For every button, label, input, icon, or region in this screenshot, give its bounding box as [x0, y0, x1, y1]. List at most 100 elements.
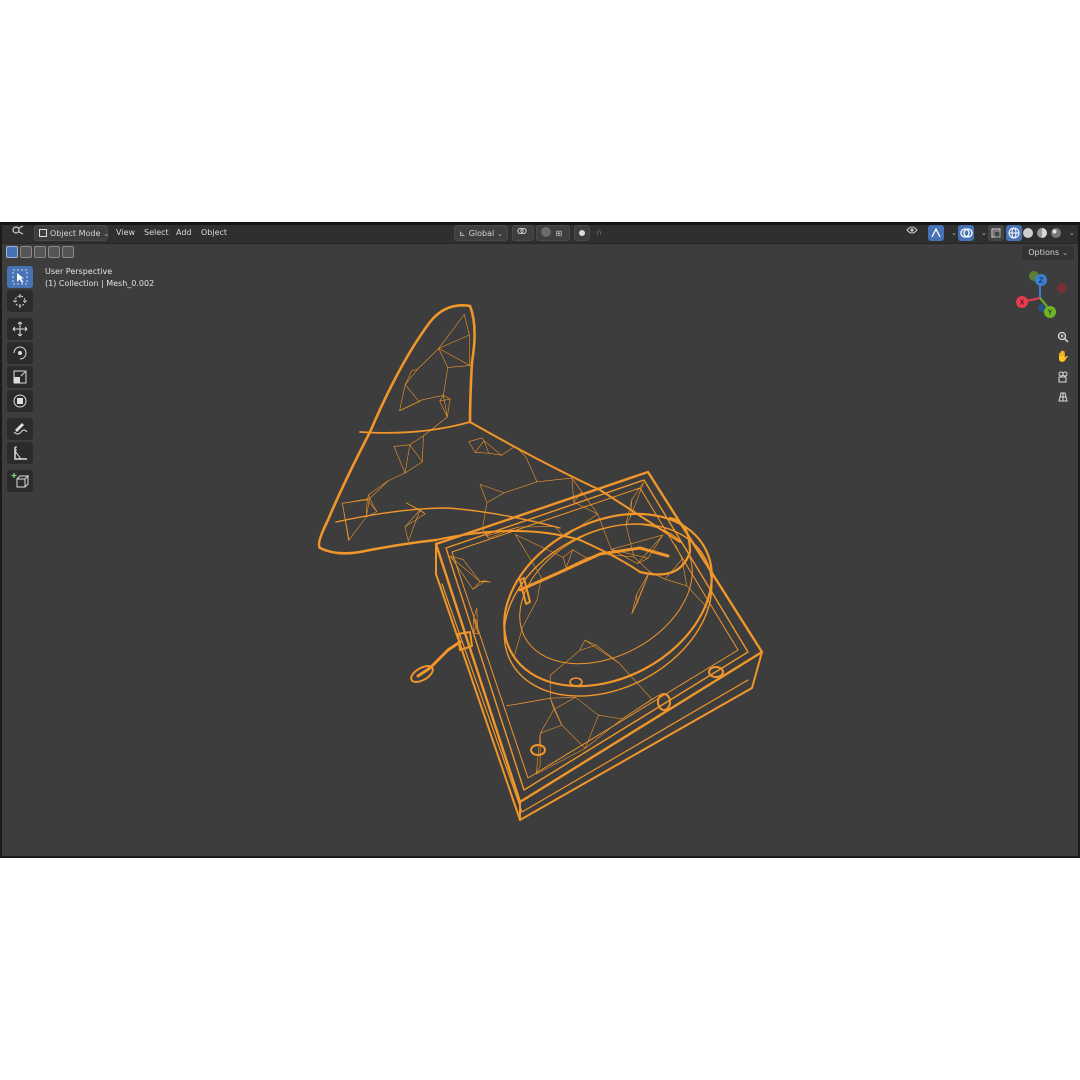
magnifier-plus-icon: [1057, 331, 1069, 343]
pan-button[interactable]: ✋: [1054, 348, 1072, 366]
move-tool[interactable]: [7, 318, 33, 340]
mesh-edge: [393, 444, 411, 447]
mesh-edge: [369, 498, 378, 512]
mesh-edge: [443, 367, 449, 396]
mesh-edge: [387, 472, 406, 482]
mesh-edge: [368, 480, 389, 495]
zoom-button[interactable]: [1054, 328, 1072, 346]
mesh-edge: [549, 649, 581, 676]
mesh-edge: [417, 348, 440, 370]
mesh-edge: [525, 456, 538, 483]
measure-tool[interactable]: [7, 442, 33, 464]
turntable-rim-2: [503, 523, 713, 697]
rotate-icon: [13, 346, 27, 360]
mesh-edge: [446, 398, 451, 418]
mesh-edge: [686, 585, 709, 609]
mesh-edge: [501, 445, 516, 456]
mesh-edge: [404, 384, 420, 402]
mesh-edge: [625, 524, 635, 558]
camera-view-button[interactable]: [1054, 368, 1072, 386]
cursor-tool[interactable]: [7, 290, 33, 312]
neg-x-axis-icon[interactable]: [1057, 283, 1067, 293]
select-box-tool[interactable]: [7, 266, 33, 288]
mesh-edge: [630, 482, 644, 518]
mesh-edge: [443, 395, 448, 418]
mesh-edge: [575, 696, 599, 716]
mesh-edge: [468, 441, 476, 453]
mesh-edge: [409, 444, 423, 462]
foot-front: [657, 693, 671, 711]
navigation-gizmo[interactable]: Z X Y ✋: [1000, 268, 1080, 402]
mesh-edge: [368, 494, 370, 499]
camera-icon: [1058, 371, 1068, 383]
mesh-edge: [405, 502, 421, 511]
mesh-edge: [664, 578, 688, 587]
ortho-toggle-button[interactable]: [1054, 388, 1072, 406]
mesh-edge: [553, 696, 576, 710]
mesh-edge: [637, 557, 649, 564]
add-cube-tool[interactable]: [7, 470, 33, 492]
mesh-edge: [598, 714, 623, 720]
mesh-edge: [636, 571, 650, 604]
mesh-edge: [636, 571, 650, 596]
mesh-edge: [584, 639, 597, 646]
transform-icon: [13, 394, 27, 408]
ruler-icon: [14, 446, 27, 460]
mesh-edge: [562, 557, 567, 569]
mesh-edge: [409, 435, 424, 446]
mesh-edge: [479, 484, 488, 503]
x-axis-label: X: [1020, 299, 1025, 307]
crosshair-cursor-icon: [13, 294, 27, 308]
mesh-edge: [486, 492, 505, 503]
gramophone-wireframe: [317, 304, 764, 821]
mesh-edge: [602, 553, 635, 558]
mesh-edge: [473, 607, 478, 620]
mesh-edge: [438, 314, 465, 349]
z-axis-label: Z: [1039, 277, 1044, 285]
mesh-edge: [423, 416, 448, 437]
viewport-canvas[interactable]: [0, 222, 1080, 858]
mesh-edge: [518, 697, 551, 705]
mesh-edge: [443, 395, 451, 400]
base-outline: [434, 470, 764, 804]
mesh-edge: [404, 444, 411, 474]
mesh-edge: [539, 724, 563, 734]
mesh-edge: [597, 513, 612, 550]
mesh-edge: [479, 484, 505, 494]
mesh-edge: [472, 580, 486, 590]
mesh-edge: [447, 365, 471, 368]
mesh-edge: [474, 440, 485, 453]
y-axis-label: Y: [1047, 309, 1053, 317]
mesh-edge: [468, 437, 483, 442]
mesh-edge: [621, 694, 660, 720]
mesh-edge: [438, 334, 470, 349]
mesh-edge: [539, 709, 555, 734]
mesh-edge: [404, 526, 409, 542]
horn-neck-end: [638, 516, 692, 576]
mesh-edge: [407, 509, 421, 542]
transform-tool[interactable]: [7, 390, 33, 412]
mesh-edge: [473, 633, 479, 635]
rotate-tool[interactable]: [7, 342, 33, 364]
mesh-edge: [563, 513, 599, 538]
mesh-edge: [536, 477, 573, 483]
mesh-edge: [535, 732, 541, 775]
mesh-edge: [675, 544, 683, 560]
mesh-edge: [584, 639, 620, 664]
mesh-edge: [393, 446, 406, 474]
horn-bell-rib-2: [335, 507, 561, 529]
mesh-edge: [549, 697, 563, 726]
mesh-edge: [549, 696, 576, 699]
scale-icon: [13, 370, 27, 384]
view-name-label: User Perspective: [45, 267, 113, 276]
foot-back: [569, 677, 583, 687]
blender-window: Object Mode ⌄ View Select Add Object ⊾ Glo…: [0, 222, 1080, 858]
axis-gizmo[interactable]: Z X Y: [1000, 268, 1080, 328]
scale-tool[interactable]: [7, 366, 33, 388]
mesh-edge: [474, 452, 490, 454]
annotate-tool[interactable]: [7, 418, 33, 440]
pencil-icon: [13, 423, 28, 435]
mesh-edge: [503, 481, 538, 494]
mesh-edge: [522, 599, 538, 628]
mesh-edge: [468, 334, 471, 366]
